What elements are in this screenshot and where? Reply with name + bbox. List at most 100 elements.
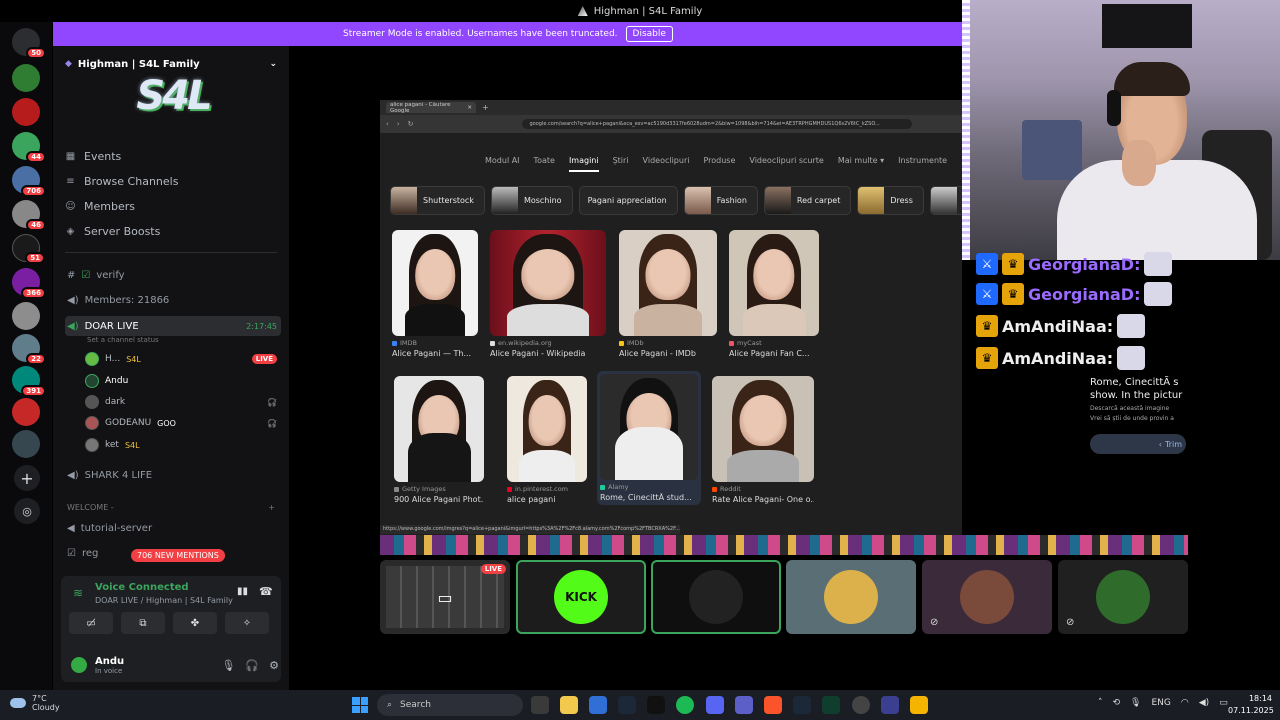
stream-tile[interactable]: LIVE ▭ xyxy=(380,560,510,634)
disconnect-icon[interactable]: ☎ xyxy=(259,585,273,598)
server-icon[interactable]: 391 xyxy=(12,366,46,397)
gear-icon[interactable]: ⚙ xyxy=(269,659,279,672)
chevron-down-icon[interactable]: ⌄ xyxy=(269,59,277,69)
image-result[interactable]: IMDB Alice Pagani — Th... xyxy=(392,230,478,358)
participant-tile[interactable]: KICK xyxy=(516,560,646,634)
forward-icon[interactable]: › xyxy=(397,120,400,128)
discord-icon[interactable] xyxy=(706,696,724,714)
voice-status[interactable]: Voice Connected xyxy=(95,582,189,593)
channel-members-count[interactable]: ◀) Members: 21866 xyxy=(65,290,281,310)
nav-events[interactable]: ▦ Events xyxy=(65,150,121,163)
close-icon[interactable]: ✕ xyxy=(467,105,472,111)
task-view-icon[interactable] xyxy=(531,696,549,714)
wifi-icon[interactable]: ◠ xyxy=(1181,698,1189,708)
nav-server-boosts[interactable]: ◈ Server Boosts xyxy=(65,225,161,238)
participant-tile[interactable] xyxy=(651,560,781,634)
image-result[interactable]: in.pinterest.com alice pagani xyxy=(507,376,587,504)
image-result[interactable]: en.wikipedia.org Alice Pagani - Wikipedi… xyxy=(490,230,606,358)
server-icon[interactable]: 366 xyxy=(12,268,46,299)
reload-icon[interactable]: ↻ xyxy=(408,120,414,128)
chip-fashion[interactable]: Fashion xyxy=(683,186,758,215)
windows-start-icon[interactable] xyxy=(352,697,368,713)
server-icon[interactable] xyxy=(12,98,40,126)
nav-browse-channels[interactable]: ≡ Browse Channels xyxy=(65,175,178,188)
tab-ai-mode[interactable]: Modul AI xyxy=(485,156,520,172)
add-channel-icon[interactable]: + xyxy=(268,503,281,512)
headphones-icon[interactable]: 🎧 xyxy=(245,659,259,672)
image-result[interactable]: Reddit Rate Alice Pagani- One o... xyxy=(712,376,814,504)
channel-verify[interactable]: # ☑ verify xyxy=(65,265,281,285)
steam-icon[interactable] xyxy=(793,696,811,714)
image-result[interactable]: Getty Images 900 Alice Pagani Phot... xyxy=(394,376,484,504)
tab-tools[interactable]: Instrumente xyxy=(898,156,947,172)
clock[interactable]: 18:14 07.11.2025 xyxy=(1228,693,1274,717)
image-result[interactable]: IMDb Alice Pagani - IMDb xyxy=(619,230,717,358)
channel-status[interactable]: Set a channel status xyxy=(87,336,159,344)
noise-suppression-icon[interactable]: ▮▮ xyxy=(237,586,248,597)
send-button[interactable]: ‹ Trim xyxy=(1090,434,1186,454)
screen-share-button[interactable]: ⧉ xyxy=(121,612,165,634)
store-icon[interactable] xyxy=(589,696,607,714)
voice-member[interactable]: ket S4L xyxy=(85,438,277,452)
disable-button[interactable]: Disable xyxy=(625,26,673,42)
add-server-icon[interactable]: + xyxy=(14,465,40,491)
server-icon[interactable] xyxy=(12,430,40,458)
tab-products[interactable]: Produse xyxy=(703,156,735,172)
chip-shutterstock[interactable]: Shutterstock xyxy=(390,186,485,215)
voice-member[interactable]: Andu xyxy=(85,374,277,388)
new-tab-icon[interactable]: + xyxy=(482,103,489,112)
back-icon[interactable]: ‹ xyxy=(386,120,389,128)
tab-short-videos[interactable]: Videoclipuri scurte xyxy=(749,156,823,172)
chip-pagani-appreciation[interactable]: Pagani appreciation xyxy=(578,186,678,215)
steam-icon[interactable] xyxy=(618,696,636,714)
activities-button[interactable]: ✤ xyxy=(173,612,217,634)
epic-games-icon[interactable] xyxy=(647,696,665,714)
brave-icon[interactable] xyxy=(764,696,782,714)
participant-tile[interactable]: ⊘ xyxy=(1058,560,1188,634)
chip-dress[interactable]: Dress xyxy=(857,186,924,215)
server-icon[interactable]: 44 xyxy=(12,132,46,163)
tab-news[interactable]: Știri xyxy=(613,156,629,172)
image-result-selected[interactable]: Alamy Rome, CinecittÃ stud... xyxy=(597,371,701,505)
direct-messages-icon[interactable]: 50 xyxy=(12,28,46,59)
category-welcome[interactable]: WELCOME - + xyxy=(65,497,281,517)
participant-tile[interactable] xyxy=(786,560,916,634)
volume-icon[interactable]: ◀) xyxy=(1199,698,1209,708)
channel-shark-4-life[interactable]: ◀) SHARK 4 LIFE xyxy=(65,465,281,485)
server-icon[interactable] xyxy=(12,398,40,426)
tab-images[interactable]: Imagini xyxy=(568,156,599,172)
server-icon[interactable]: 51 xyxy=(12,234,45,264)
new-mentions-badge[interactable]: 706 NEW MENTIONS xyxy=(131,549,225,562)
chip-red-carpet[interactable]: Red carpet xyxy=(763,186,852,215)
language-indicator[interactable]: ENG xyxy=(1151,698,1170,708)
channel-tutorial-server[interactable]: ◀ tutorial-server xyxy=(65,518,281,538)
browser-tab[interactable]: alice pagani - Căutare Google ✕ xyxy=(386,102,476,114)
avatar[interactable] xyxy=(69,655,89,675)
microphone-icon[interactable]: 🎙 xyxy=(221,659,235,672)
chip-more[interactable]: Mi xyxy=(929,186,962,215)
nav-members[interactable]: ☺ Members xyxy=(65,200,135,213)
address-bar[interactable]: google.com/search?q=alice+pagani&sca_esv… xyxy=(521,119,912,129)
server-icon[interactable]: 46 xyxy=(12,200,46,231)
battery-icon[interactable]: ▭ xyxy=(1219,698,1228,708)
teams-icon[interactable] xyxy=(735,696,753,714)
app-icon[interactable] xyxy=(881,696,899,714)
chip-moschino[interactable]: Moschino xyxy=(490,186,573,215)
soundboard-button[interactable]: ✧ xyxy=(225,612,269,634)
voice-member[interactable]: GODEANU GOO 🎧̸ xyxy=(85,416,277,430)
microphone-icon[interactable]: 🎙 xyxy=(1130,698,1141,708)
voice-member[interactable]: dark 🎧̸ xyxy=(85,395,277,409)
image-result[interactable]: myCast Alice Pagani Fan C... xyxy=(729,230,819,358)
spotify-icon[interactable] xyxy=(676,696,694,714)
taskbar-search[interactable]: ⌕ Search xyxy=(377,694,523,716)
discover-icon[interactable]: ◎ xyxy=(14,498,40,524)
shared-screen-browser[interactable]: alice pagani - Căutare Google ✕ + ‹ › ↻ g… xyxy=(380,100,962,535)
file-explorer-icon[interactable] xyxy=(560,696,578,714)
app-icon[interactable] xyxy=(822,696,840,714)
tab-all[interactable]: Toate xyxy=(534,156,555,172)
server-icon[interactable] xyxy=(12,302,40,330)
obs-icon[interactable] xyxy=(852,696,870,714)
chevron-up-icon[interactable]: ˄ xyxy=(1098,698,1103,708)
server-godeanu[interactable] xyxy=(12,64,40,92)
network-icon[interactable]: ⟲ xyxy=(1113,698,1121,708)
